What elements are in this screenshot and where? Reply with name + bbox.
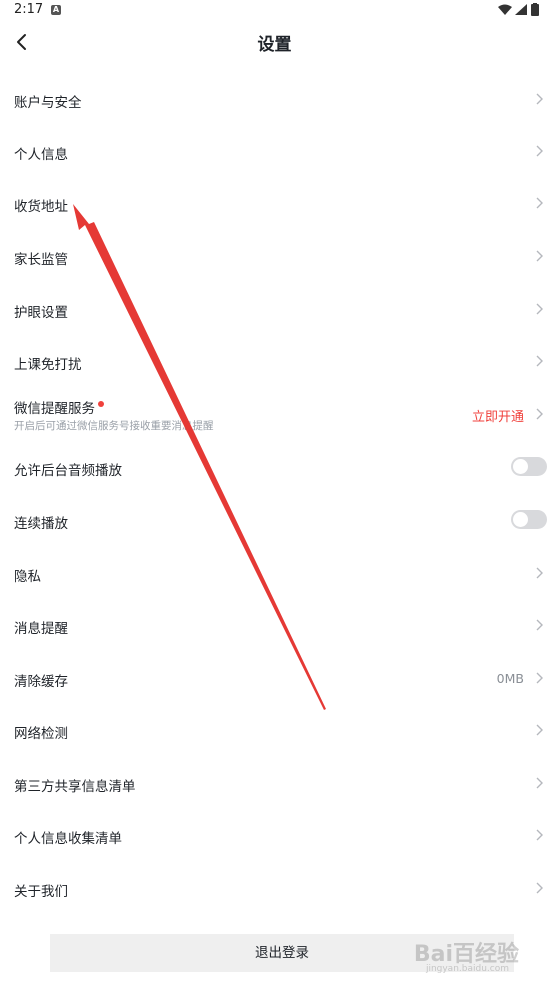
settings-item-label: 账户与安全 — [14, 95, 82, 111]
settings-item-label: 清除缓存 — [14, 674, 68, 690]
settings-item-label: 网络检测 — [14, 726, 68, 742]
settings-item-wechat-reminder[interactable]: 微信提醒服务 开启后可通过微信服务号接收重要消息提醒 立即开通 — [0, 387, 549, 443]
chevron-right-icon — [536, 567, 543, 579]
settings-item-subtitle: 开启后可通过微信服务号接收重要消息提醒 — [14, 420, 214, 432]
chevron-right-icon — [536, 408, 543, 420]
status-time: 2:17 — [14, 2, 44, 17]
autoplay-toggle[interactable] — [511, 510, 547, 529]
settings-item-eye-care[interactable]: 护眼设置 — [0, 283, 549, 335]
header: 设置 — [0, 22, 549, 62]
settings-item-label: 第三方共享信息清单 — [14, 779, 136, 795]
settings-item-network-check[interactable]: 网络检测 — [0, 704, 549, 756]
cache-size-value: 0MB — [496, 671, 524, 686]
enable-now-link[interactable]: 立即开通 — [472, 406, 524, 425]
settings-item-label: 收货地址 — [14, 199, 68, 215]
chevron-right-icon — [536, 145, 543, 157]
settings-item-label: 允许后台音频播放 — [14, 463, 122, 479]
settings-item-personal-info[interactable]: 个人信息 — [0, 125, 549, 177]
settings-item-label: 微信提醒服务 — [14, 401, 95, 417]
new-badge-dot — [98, 401, 104, 407]
settings-item-background-audio: 允许后台音频播放 — [0, 441, 549, 493]
notification-icon: A — [51, 5, 61, 15]
status-icons — [497, 3, 543, 17]
settings-item-class-dnd[interactable]: 上课免打扰 — [0, 335, 549, 387]
settings-item-clear-cache[interactable]: 清除缓存 0MB — [0, 652, 549, 704]
battery-icon — [531, 3, 539, 16]
chevron-right-icon — [536, 250, 543, 262]
chevron-right-icon — [536, 355, 543, 367]
settings-item-autoplay: 连续播放 — [0, 494, 549, 546]
settings-item-label: 上课免打扰 — [14, 357, 82, 373]
settings-item-label: 护眼设置 — [14, 305, 68, 321]
settings-item-notifications[interactable]: 消息提醒 — [0, 599, 549, 651]
settings-item-label: 消息提醒 — [14, 621, 68, 637]
settings-item-shipping-address[interactable]: 收货地址 — [0, 177, 549, 229]
settings-item-label: 关于我们 — [14, 884, 68, 900]
chevron-right-icon — [536, 197, 543, 209]
status-bar: 2:17 A — [0, 0, 549, 22]
toggle-knob — [513, 459, 528, 474]
chevron-right-icon — [536, 724, 543, 736]
chevron-right-icon — [536, 619, 543, 631]
signal-icon — [515, 4, 527, 15]
chevron-right-icon — [536, 672, 543, 684]
settings-item-account-security[interactable]: 账户与安全 — [0, 72, 549, 124]
settings-item-label: 个人信息 — [14, 147, 68, 163]
settings-item-third-party-list[interactable]: 第三方共享信息清单 — [0, 757, 549, 809]
settings-item-about-us[interactable]: 关于我们 — [0, 862, 549, 914]
background-audio-toggle[interactable] — [511, 457, 547, 476]
chevron-right-icon — [536, 303, 543, 315]
settings-item-label: 连续播放 — [14, 516, 68, 532]
watermark-url: jingyan.baidu.com — [425, 964, 509, 974]
chevron-right-icon — [536, 777, 543, 789]
settings-item-label: 个人信息收集清单 — [14, 831, 122, 847]
toggle-knob — [513, 512, 528, 527]
settings-item-label: 家长监管 — [14, 252, 68, 268]
chevron-right-icon — [536, 93, 543, 105]
page-title: 设置 — [257, 35, 292, 55]
chevron-right-icon — [536, 882, 543, 894]
chevron-right-icon — [536, 829, 543, 841]
settings-item-privacy[interactable]: 隐私 — [0, 547, 549, 599]
settings-item-info-collection-list[interactable]: 个人信息收集清单 — [0, 809, 549, 861]
settings-item-parental-control[interactable]: 家长监管 — [0, 230, 549, 282]
wifi-icon — [498, 4, 512, 15]
settings-item-label: 隐私 — [14, 569, 41, 585]
